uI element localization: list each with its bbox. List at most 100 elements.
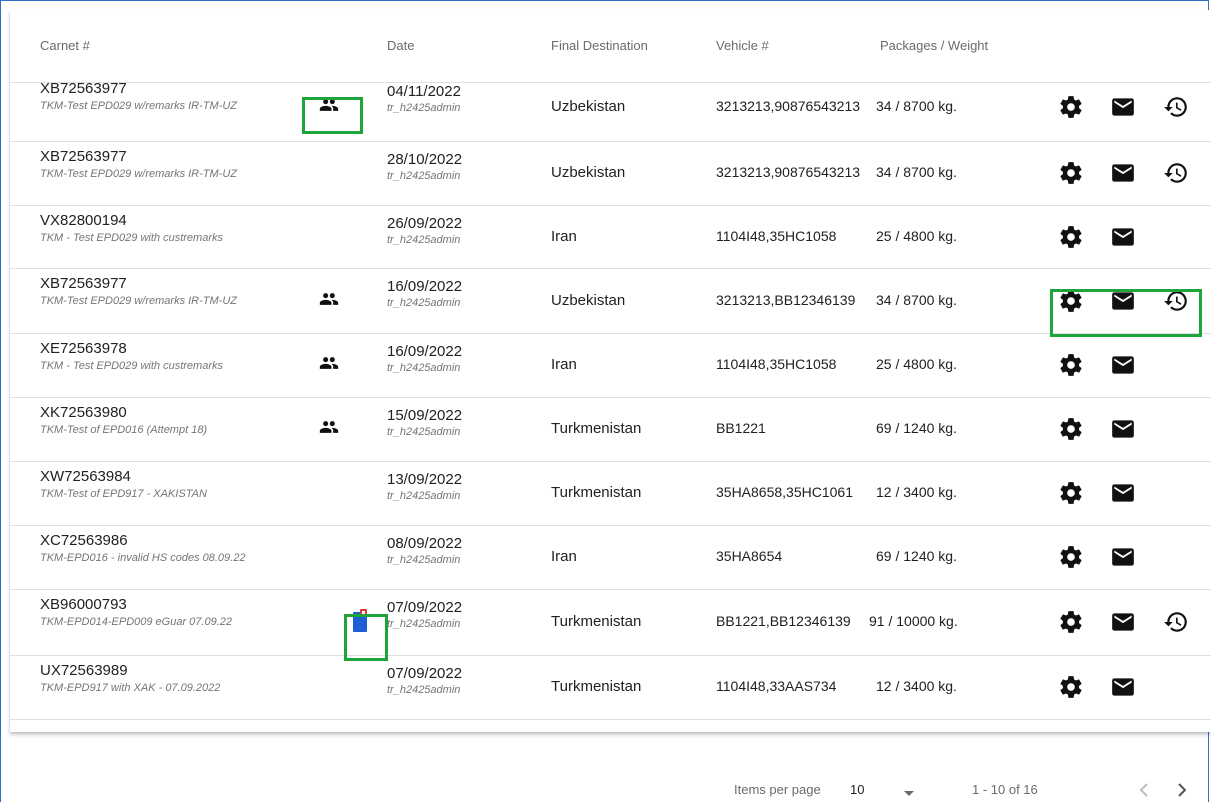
vehicle-number: 35HA8658,35HC1061 — [716, 484, 853, 500]
items-per-page-label: Items per page — [734, 782, 821, 797]
final-destination: Uzbekistan — [551, 292, 626, 309]
table-row[interactable]: XB72563977 TKM-Test EPD029 w/remarks IR-T… — [10, 141, 1211, 206]
table-row[interactable]: XC72563986 TKM-EPD016 - invalid HS codes … — [10, 525, 1211, 590]
carnet-number[interactable]: XB72563977 — [40, 80, 127, 97]
mail-icon[interactable] — [1110, 224, 1136, 250]
history-icon[interactable] — [1163, 94, 1189, 120]
settings-icon[interactable] — [1058, 94, 1084, 120]
carnet-date: 07/09/2022 — [387, 599, 463, 616]
carnet-number[interactable]: XW72563984 — [40, 468, 131, 485]
table-row[interactable]: XK72563980 TKM-Test of EPD016 (Attempt 18… — [10, 397, 1211, 462]
header-carnet: Carnet # — [40, 38, 90, 53]
settings-icon[interactable] — [1058, 674, 1084, 700]
carnet-number[interactable]: XB72563977 — [40, 148, 127, 165]
final-destination: Turkmenistan — [551, 613, 642, 630]
carnet-user: tr_h2425admin — [387, 297, 461, 309]
packages-weight: 34 / 8700 kg. — [872, 292, 957, 308]
vehicle-number: 3213213,90876543213 — [716, 98, 861, 114]
history-icon[interactable] — [1163, 160, 1189, 186]
vehicle-number: 1104I48,33AAS734 — [716, 678, 837, 694]
final-destination: Turkmenistan — [551, 678, 642, 695]
header-vehicle: Vehicle # — [716, 38, 769, 53]
settings-icon[interactable] — [1058, 480, 1084, 506]
carnet-date: 16/09/2022 — [387, 343, 463, 360]
carnet-remarks: TKM-EPD014-EPD009 eGuar 07.09.22 — [40, 616, 232, 628]
carnet-date: 08/09/2022 — [387, 535, 463, 552]
carnet-remarks: TKM - Test EPD029 with custremarks — [40, 232, 223, 244]
carnet-number[interactable]: VX82800194 — [40, 212, 127, 229]
settings-icon[interactable] — [1058, 416, 1084, 442]
carnet-remarks: TKM-EPD917 with XAK - 07.09.2022 — [40, 682, 221, 694]
header-packages-weight: Packages / Weight — [880, 38, 989, 53]
carnet-user: tr_h2425admin — [387, 102, 461, 114]
carnet-date: 13/09/2022 — [387, 471, 463, 488]
table-row[interactable]: VX82800194 TKM - Test EPD029 with custrem… — [10, 205, 1211, 269]
carnet-number[interactable]: UX72563989 — [40, 662, 128, 679]
carnet-date: 04/11/2022 — [387, 83, 461, 100]
mail-icon[interactable] — [1110, 609, 1136, 635]
final-destination: Iran — [551, 548, 577, 565]
vehicle-number: 3213213,90876543213 — [716, 164, 861, 180]
settings-icon[interactable] — [1058, 224, 1084, 250]
group-icon[interactable] — [316, 417, 342, 437]
carnet-number[interactable]: XK72563980 — [40, 404, 127, 421]
vehicle-number: 3213213,BB12346139 — [716, 292, 856, 308]
carnet-user: tr_h2425admin — [387, 426, 461, 438]
packages-weight: 12 / 3400 kg. — [872, 484, 957, 500]
items-per-page-select[interactable]: 10 — [850, 782, 864, 797]
settings-icon[interactable] — [1058, 352, 1084, 378]
packages-weight: 25 / 4800 kg. — [872, 356, 957, 372]
carnet-user: tr_h2425admin — [387, 618, 461, 630]
carnet-date: 15/09/2022 — [387, 407, 463, 424]
table-row[interactable]: XB96000793 TKM-EPD014-EPD009 eGuar 07.09.… — [10, 589, 1211, 656]
carnet-user: tr_h2425admin — [387, 234, 461, 246]
vehicle-number: BB1221,BB12346139 — [716, 613, 851, 629]
highlight-group-badge — [302, 97, 363, 134]
final-destination: Turkmenistan — [551, 484, 642, 501]
mail-icon[interactable] — [1110, 160, 1136, 186]
mail-icon[interactable] — [1110, 416, 1136, 442]
carnet-user: tr_h2425admin — [387, 684, 461, 696]
vehicle-number: 1104I48,35HC1058 — [716, 356, 837, 372]
settings-icon[interactable] — [1058, 160, 1084, 186]
dropdown-arrow-icon[interactable] — [903, 790, 915, 798]
final-destination: Iran — [551, 228, 577, 245]
carnet-number[interactable]: XB72563977 — [40, 275, 127, 292]
mail-icon[interactable] — [1110, 674, 1136, 700]
group-icon[interactable] — [316, 289, 342, 309]
carnet-number[interactable]: XE72563978 — [40, 340, 127, 357]
table-row[interactable]: XE72563978 TKM - Test EPD029 with custrem… — [10, 333, 1211, 398]
packages-weight: 12 / 3400 kg. — [872, 678, 957, 694]
packages-weight: 34 / 8700 kg. — [872, 164, 957, 180]
settings-icon[interactable] — [1058, 544, 1084, 570]
highlight-document-badge — [344, 614, 388, 661]
next-page-icon[interactable] — [1176, 782, 1188, 798]
mail-icon[interactable] — [1110, 352, 1136, 378]
packages-weight: 69 / 1240 kg. — [872, 420, 957, 436]
carnet-remarks: TKM-EPD016 - invalid HS codes 08.09.22 — [40, 552, 246, 564]
carnet-table: Carnet # Date Final Destination Vehicle … — [10, 10, 1211, 732]
final-destination: Iran — [551, 356, 577, 373]
carnet-date: 28/10/2022 — [387, 151, 463, 168]
vehicle-number: BB1221 — [716, 420, 766, 436]
carnet-remarks: TKM-Test EPD029 w/remarks IR-TM-UZ — [40, 295, 238, 307]
previous-page-icon[interactable] — [1138, 782, 1150, 798]
mail-icon[interactable] — [1110, 544, 1136, 570]
table-row[interactable]: XB72563977 TKM-Test EPD029 w/remarks IR-T… — [10, 73, 1211, 142]
final-destination: Uzbekistan — [551, 98, 626, 115]
final-destination: Uzbekistan — [551, 164, 626, 181]
group-icon[interactable] — [316, 353, 342, 373]
table-row[interactable]: XW72563984 TKM-Test of EPD917 - XAKISTAN 1… — [10, 461, 1211, 526]
carnet-user: tr_h2425admin — [387, 170, 461, 182]
settings-icon[interactable] — [1058, 609, 1084, 635]
carnet-user: tr_h2425admin — [387, 490, 461, 502]
header-date: Date — [387, 38, 415, 53]
history-icon[interactable] — [1163, 609, 1189, 635]
mail-icon[interactable] — [1110, 480, 1136, 506]
mail-icon[interactable] — [1110, 94, 1136, 120]
carnet-number[interactable]: XC72563986 — [40, 532, 128, 549]
carnet-remarks: TKM - Test EPD029 with custremarks — [40, 360, 223, 372]
table-row[interactable]: XB72563977 TKM-Test EPD029 w/remarks IR-T… — [10, 268, 1211, 334]
carnet-number[interactable]: XB96000793 — [40, 596, 127, 613]
table-row[interactable]: UX72563989 TKM-EPD917 with XAK - 07.09.20… — [10, 655, 1211, 720]
